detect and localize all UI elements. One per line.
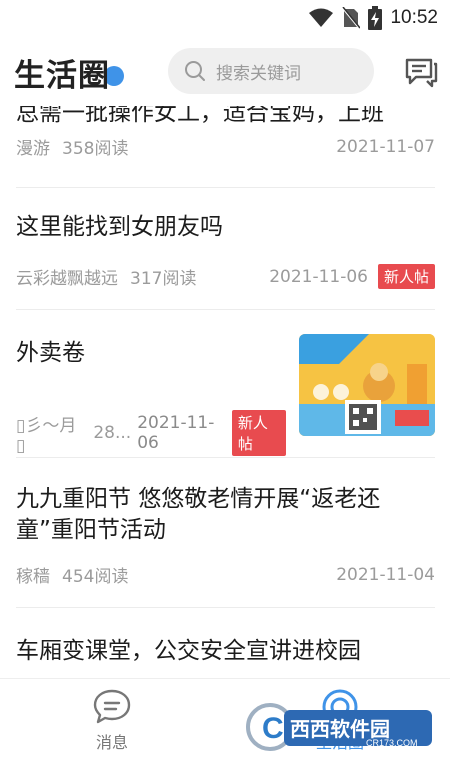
- post-author: ▯彡〜月▯: [16, 415, 77, 456]
- search-input[interactable]: 搜索关键词: [168, 48, 374, 94]
- status-bar: 10:52: [0, 0, 450, 36]
- thumbnail-image: [299, 334, 435, 436]
- list-item[interactable]: 这里能找到女朋友吗 云彩越飘越远 317阅读 2021-11-06 新人帖: [16, 188, 435, 310]
- post-author: 云彩越飘越远: [16, 269, 118, 289]
- search-icon: [185, 61, 205, 81]
- page-title: 生活圈: [14, 58, 110, 94]
- tab-messages[interactable]: 消息: [62, 687, 162, 753]
- post-meta: 稼穑 454阅读 2021-11-04: [16, 562, 435, 588]
- list-item[interactable]: 外卖卷 ▯彡〜月▯ 28... 2021-11-06 新人帖: [16, 310, 435, 458]
- list-item[interactable]: 车厢变课堂，公交安全宣讲进校园: [16, 608, 435, 678]
- watermark-logo: C 西西软件园 CR173.COM: [246, 703, 432, 751]
- svg-text:C: C: [262, 712, 284, 745]
- watermark-subtext: CR173.COM: [366, 738, 418, 748]
- post-meta: 云彩越飘越远 317阅读 2021-11-06 新人帖: [16, 264, 435, 289]
- list-item[interactable]: 九九重阳节 悠悠敬老情开展“返老还童”重阳节活动 稼穑 454阅读 2021-1…: [16, 458, 435, 608]
- post-date: 2021-11-06: [137, 413, 215, 453]
- post-title: 车厢变课堂，公交安全宣讲进校园: [16, 638, 361, 664]
- post-reads: 454阅读: [62, 567, 129, 587]
- post-date: 2021-11-06: [269, 266, 368, 287]
- post-title: 总需一批操作女工，适合宝妈，上班: [16, 106, 384, 126]
- post-date: 2021-11-04: [336, 564, 435, 585]
- post-author: 漫游: [16, 139, 50, 159]
- post-reads: 358阅读: [62, 139, 129, 159]
- chat-bubble-icon: [93, 689, 131, 724]
- status-icons: 10:52: [308, 6, 438, 30]
- battery-charging-icon: [368, 6, 383, 30]
- post-meta: ▯彡〜月▯ 28... 2021-11-06 新人帖: [16, 410, 287, 456]
- clock: 10:52: [390, 7, 438, 28]
- post-date: 2021-11-07: [336, 136, 435, 157]
- search-placeholder: 搜索关键词: [216, 63, 301, 84]
- list-item[interactable]: 总需一批操作女工，适合宝妈，上班 漫游 358阅读 2021-11-07: [16, 106, 435, 188]
- post-meta: 漫游 358阅读 2021-11-07: [16, 134, 435, 160]
- message-icon[interactable]: [404, 56, 438, 88]
- post-title: 九九重阳节 悠悠敬老情开展“返老还童”重阳节活动: [16, 486, 381, 543]
- new-post-badge: 新人帖: [377, 264, 435, 289]
- new-post-badge: 新人帖: [231, 410, 287, 456]
- tab-messages-label: 消息: [95, 733, 128, 752]
- post-reads: 317阅读: [130, 269, 197, 289]
- post-thumbnail[interactable]: [299, 334, 435, 436]
- post-reads: 28...: [93, 423, 132, 443]
- wifi-icon: [309, 8, 334, 27]
- app-header: 生活圈 搜索关键词: [0, 36, 450, 106]
- post-author: 稼穑: [16, 567, 50, 587]
- post-list[interactable]: 总需一批操作女工，适合宝妈，上班 漫游 358阅读 2021-11-07 这里能…: [0, 106, 450, 678]
- no-sim-icon: [342, 7, 361, 29]
- post-title: 外卖卷: [16, 340, 85, 366]
- watermark: C 西西软件园 CR173.COM: [246, 700, 436, 754]
- post-title: 这里能找到女朋友吗: [16, 214, 223, 240]
